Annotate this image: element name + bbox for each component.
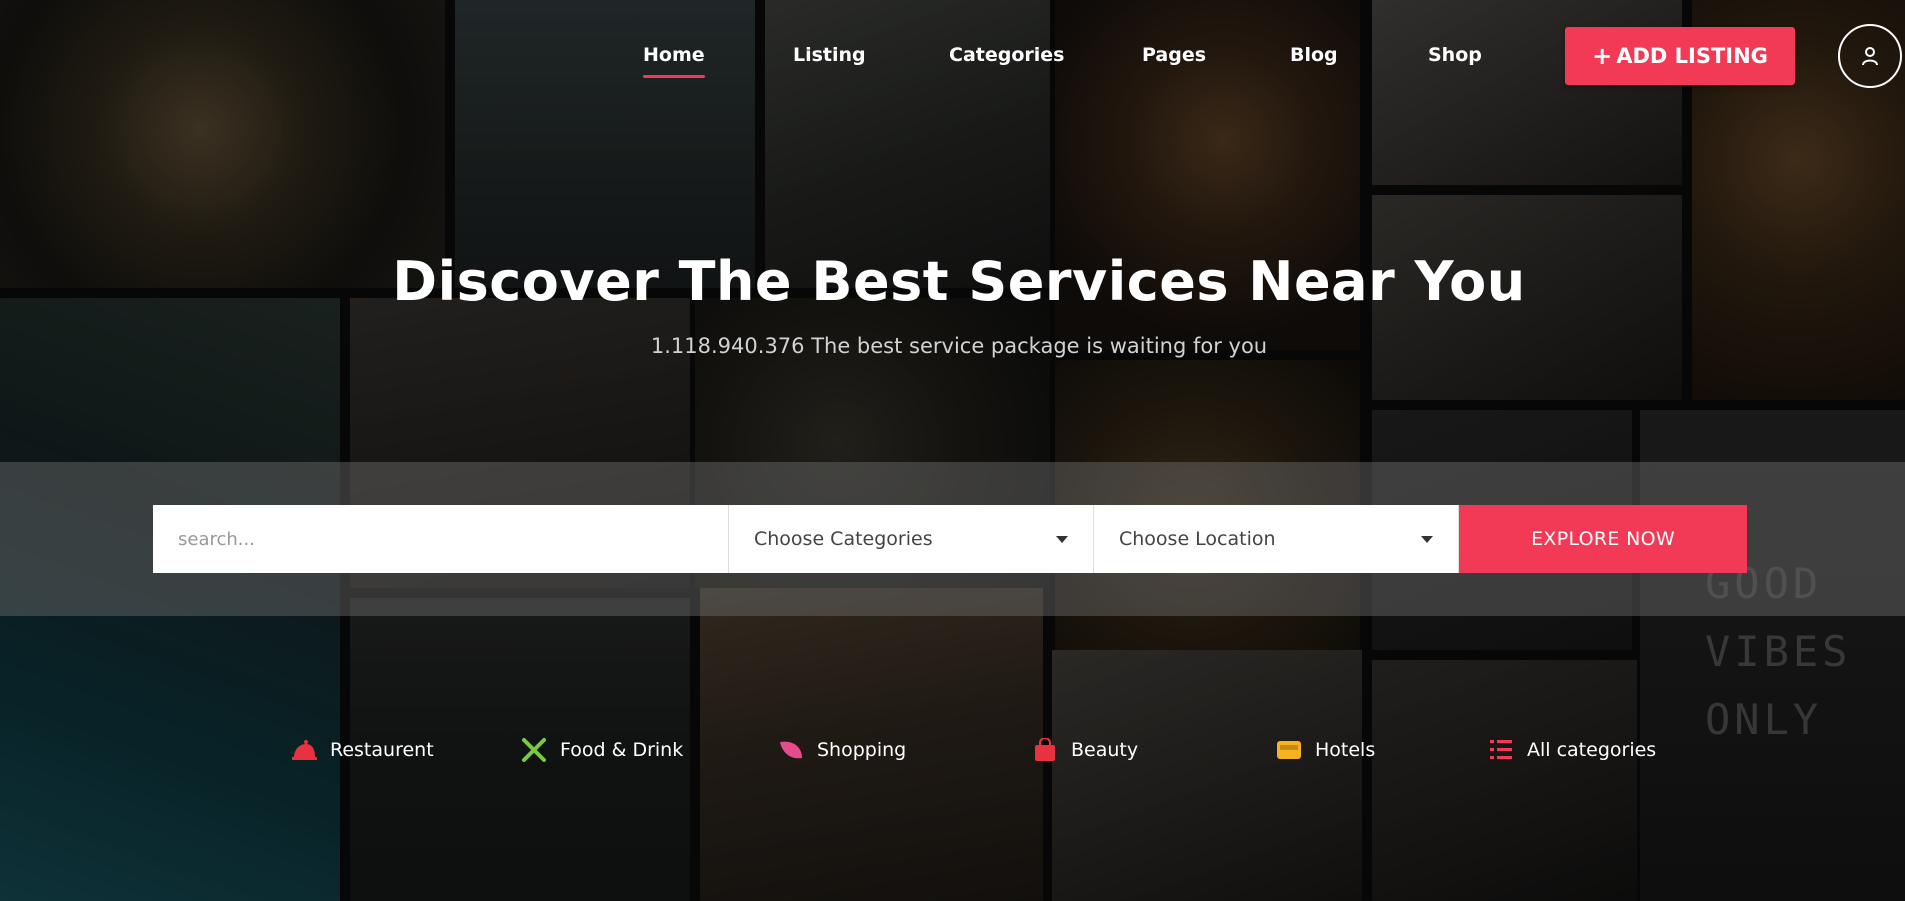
user-icon <box>1862 47 1878 66</box>
hero-subtitle: 1.118.940.376 The best service package i… <box>650 334 1268 358</box>
dark-overlay <box>0 0 1905 901</box>
category-label: Shopping <box>817 739 907 761</box>
category-label: All categories <box>1527 739 1657 761</box>
nav-item-listing[interactable]: Listing <box>793 44 866 66</box>
search-form: Choose Categories Choose Location EXPLOR… <box>153 505 1747 573</box>
add-listing-button[interactable]: + ADD LISTING <box>1565 27 1795 85</box>
explore-now-button[interactable]: EXPLORE NOW <box>1459 505 1747 573</box>
category-link-hotels[interactable]: Hotels <box>1275 736 1375 764</box>
nav-item-blog[interactable]: Blog <box>1290 44 1338 66</box>
bag-icon <box>1031 736 1059 764</box>
user-account-button[interactable] <box>1838 24 1902 88</box>
hero-title: Discover The Best Services Near You <box>392 250 1526 313</box>
location-select-value: Choose Location <box>1119 528 1276 550</box>
list-icon <box>1487 736 1515 764</box>
category-link-shopping[interactable]: Shopping <box>777 736 906 764</box>
category-link-restaurent[interactable]: Restaurent <box>290 736 434 764</box>
nav-item-categories[interactable]: Categories <box>949 44 1064 66</box>
category-select[interactable]: Choose Categories <box>729 505 1094 573</box>
plus-icon: + <box>1592 42 1613 70</box>
category-link-all-categories[interactable]: All categories <box>1487 736 1656 764</box>
category-label: Food & Drink <box>560 739 684 761</box>
category-select-value: Choose Categories <box>754 528 933 550</box>
nav-item-shop[interactable]: Shop <box>1428 44 1482 66</box>
category-label: Restaurent <box>330 739 434 761</box>
category-label: Beauty <box>1071 739 1139 761</box>
bed-icon <box>1275 736 1303 764</box>
category-link-food-drink[interactable]: Food & Drink <box>520 736 683 764</box>
bell-icon <box>290 736 318 764</box>
leaf-icon <box>777 736 805 764</box>
category-label: Hotels <box>1315 739 1376 761</box>
main-nav: Home Listing Categories Pages Blog Shop … <box>0 0 1905 110</box>
search-input[interactable] <box>153 505 729 573</box>
nav-item-pages[interactable]: Pages <box>1142 44 1206 66</box>
fork-knife-icon <box>520 736 548 764</box>
add-listing-label: ADD LISTING <box>1616 44 1768 68</box>
category-link-beauty[interactable]: Beauty <box>1031 736 1138 764</box>
nav-item-home[interactable]: Home <box>643 44 705 78</box>
location-select[interactable]: Choose Location <box>1094 505 1459 573</box>
caret-down-icon <box>1056 535 1068 543</box>
caret-down-icon <box>1421 535 1433 543</box>
